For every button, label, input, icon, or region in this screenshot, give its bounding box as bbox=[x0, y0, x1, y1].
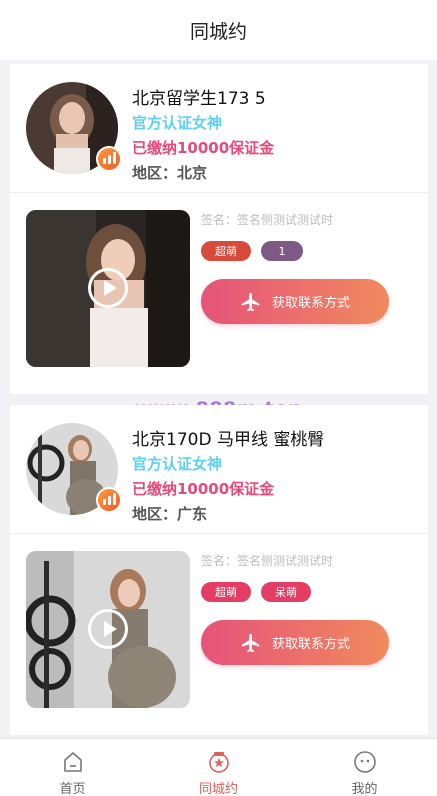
tab-label: 我的 bbox=[351, 782, 378, 796]
certified-label: 官方认证女神 bbox=[132, 455, 223, 473]
tag-list: 超萌 呆萌 bbox=[201, 582, 311, 602]
deposit-label: 已缴纳10000保证金 bbox=[132, 139, 275, 157]
tag-badge: 1 bbox=[261, 241, 303, 261]
airplane-icon bbox=[241, 292, 260, 311]
airplane-icon bbox=[241, 633, 260, 652]
page-title: 同城约 bbox=[189, 20, 247, 43]
page-header: 同城约 bbox=[0, 0, 437, 60]
signature-text: 签名：签名侧测试测试时 bbox=[201, 554, 334, 568]
bottom-tab-bar: 首页 同城约 我的 bbox=[0, 738, 437, 796]
play-icon[interactable] bbox=[88, 609, 128, 649]
profile-card[interactable]: 北京170D 马甲线 蜜桃臀 官方认证女神 已缴纳10000保证金 地区：广东 … bbox=[10, 405, 428, 735]
get-contact-label: 获取联系方式 bbox=[271, 637, 350, 652]
profile-icon bbox=[353, 750, 377, 774]
region-label: 地区：北京 bbox=[132, 164, 208, 182]
tag-badge: 呆萌 bbox=[261, 582, 311, 602]
signature-text: 签名：签名侧测试测试时 bbox=[201, 213, 334, 227]
home-icon bbox=[61, 750, 85, 774]
video-thumbnail[interactable] bbox=[26, 210, 190, 367]
video-thumbnail[interactable] bbox=[26, 551, 190, 708]
profile-name: 北京留学生173 5 bbox=[132, 89, 266, 109]
tag-badge: 超萌 bbox=[201, 241, 251, 261]
tab-label: 首页 bbox=[59, 782, 86, 796]
certified-label: 官方认证女神 bbox=[132, 114, 223, 132]
profile-name: 北京170D 马甲线 蜜桃臀 bbox=[132, 430, 325, 450]
level-badge-icon bbox=[96, 146, 122, 172]
get-contact-label: 获取联系方式 bbox=[271, 296, 350, 311]
tab-label: 同城约 bbox=[198, 782, 238, 796]
tab-city-date[interactable]: 同城约 bbox=[146, 739, 291, 796]
profile-summary[interactable]: 北京170D 马甲线 蜜桃臀 官方认证女神 已缴纳10000保证金 地区：广东 bbox=[10, 405, 428, 532]
level-badge-icon bbox=[96, 487, 122, 513]
profile-card[interactable]: 北京留学生173 5 官方认证女神 已缴纳10000保证金 地区：北京 签名：签… bbox=[10, 64, 428, 394]
divider bbox=[10, 192, 428, 193]
get-contact-button[interactable]: 获取联系方式 bbox=[201, 620, 389, 665]
city-date-icon bbox=[207, 750, 231, 774]
tag-badge: 超萌 bbox=[201, 582, 251, 602]
tab-mine[interactable]: 我的 bbox=[292, 739, 437, 796]
divider bbox=[10, 533, 428, 534]
play-icon[interactable] bbox=[88, 268, 128, 308]
tag-list: 超萌 1 bbox=[201, 241, 303, 261]
get-contact-button[interactable]: 获取联系方式 bbox=[201, 279, 389, 324]
deposit-label: 已缴纳10000保证金 bbox=[132, 480, 275, 498]
region-label: 地区：广东 bbox=[132, 505, 208, 523]
tab-home[interactable]: 首页 bbox=[0, 739, 145, 796]
profile-summary[interactable]: 北京留学生173 5 官方认证女神 已缴纳10000保证金 地区：北京 bbox=[10, 64, 428, 191]
